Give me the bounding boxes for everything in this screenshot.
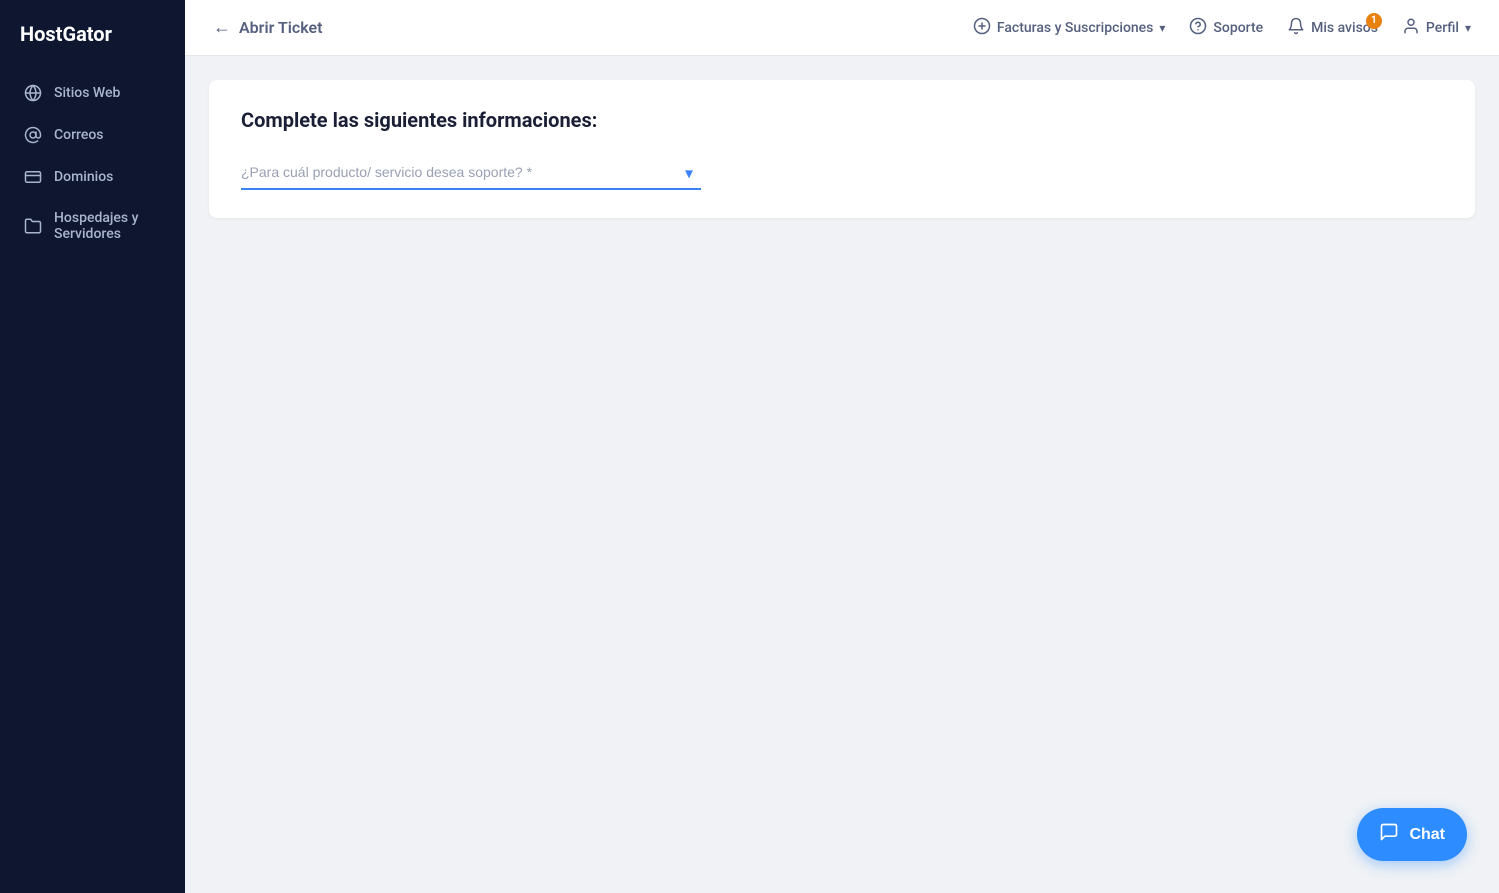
sidebar-item-hospedajes[interactable]: Hospedajes y Servidores (12, 200, 173, 252)
facturas-label: Facturas y Suscripciones (997, 20, 1154, 36)
folder-icon (24, 217, 42, 235)
product-select-wrapper[interactable]: ¿Para cuál producto/ servicio desea sopo… (241, 156, 701, 190)
notification-badge: 1 (1366, 13, 1382, 29)
facturas-chevron-icon: ▾ (1159, 21, 1165, 35)
main-card: Complete las siguientes informaciones: ¿… (209, 80, 1475, 218)
chat-label: Chat (1409, 826, 1445, 844)
at-icon (24, 126, 42, 144)
perfil-menu[interactable]: Perfil ▾ (1402, 17, 1471, 39)
card-icon (24, 168, 42, 186)
sidebar-nav: Sitios Web Correos Dominios (0, 74, 185, 252)
sidebar-item-sitios-web[interactable]: Sitios Web (12, 74, 173, 112)
question-icon (1189, 17, 1207, 39)
back-arrow-icon: ← (213, 17, 231, 38)
soporte-menu[interactable]: Soporte (1189, 17, 1263, 39)
globe-icon (24, 84, 42, 102)
perfil-chevron-icon: ▾ (1465, 21, 1471, 35)
sidebar-item-label: Sitios Web (54, 85, 120, 101)
sidebar-item-correos[interactable]: Correos (12, 116, 173, 154)
avisos-menu[interactable]: 1 Mis avisos (1287, 17, 1378, 39)
dollar-icon (973, 17, 991, 39)
chat-button[interactable]: Chat (1357, 808, 1467, 861)
sidebar: HostGator Sitios Web Correos (0, 0, 185, 893)
sidebar-item-label: Hospedajes y Servidores (54, 210, 161, 242)
main-area: ← Abrir Ticket Facturas y Suscripciones … (185, 0, 1499, 893)
card-title: Complete las siguientes informaciones: (241, 108, 1443, 132)
topnav: ← Abrir Ticket Facturas y Suscripciones … (185, 0, 1499, 56)
bell-icon (1287, 17, 1305, 39)
content-area: Complete las siguientes informaciones: ¿… (185, 56, 1499, 893)
topnav-right: Facturas y Suscripciones ▾ Soporte 1 (973, 17, 1471, 39)
product-select[interactable]: ¿Para cuál producto/ servicio desea sopo… (241, 156, 701, 190)
chat-icon (1379, 822, 1399, 847)
sidebar-item-dominios[interactable]: Dominios (12, 158, 173, 196)
sidebar-item-label: Dominios (54, 169, 113, 185)
soporte-label: Soporte (1213, 20, 1263, 36)
back-button[interactable]: ← Abrir Ticket (213, 17, 323, 38)
facturas-menu[interactable]: Facturas y Suscripciones ▾ (973, 17, 1166, 39)
logo: HostGator (0, 0, 185, 74)
sidebar-item-label: Correos (54, 127, 104, 143)
perfil-label: Perfil (1426, 20, 1459, 36)
page-title: Abrir Ticket (239, 18, 323, 37)
user-icon (1402, 17, 1420, 39)
